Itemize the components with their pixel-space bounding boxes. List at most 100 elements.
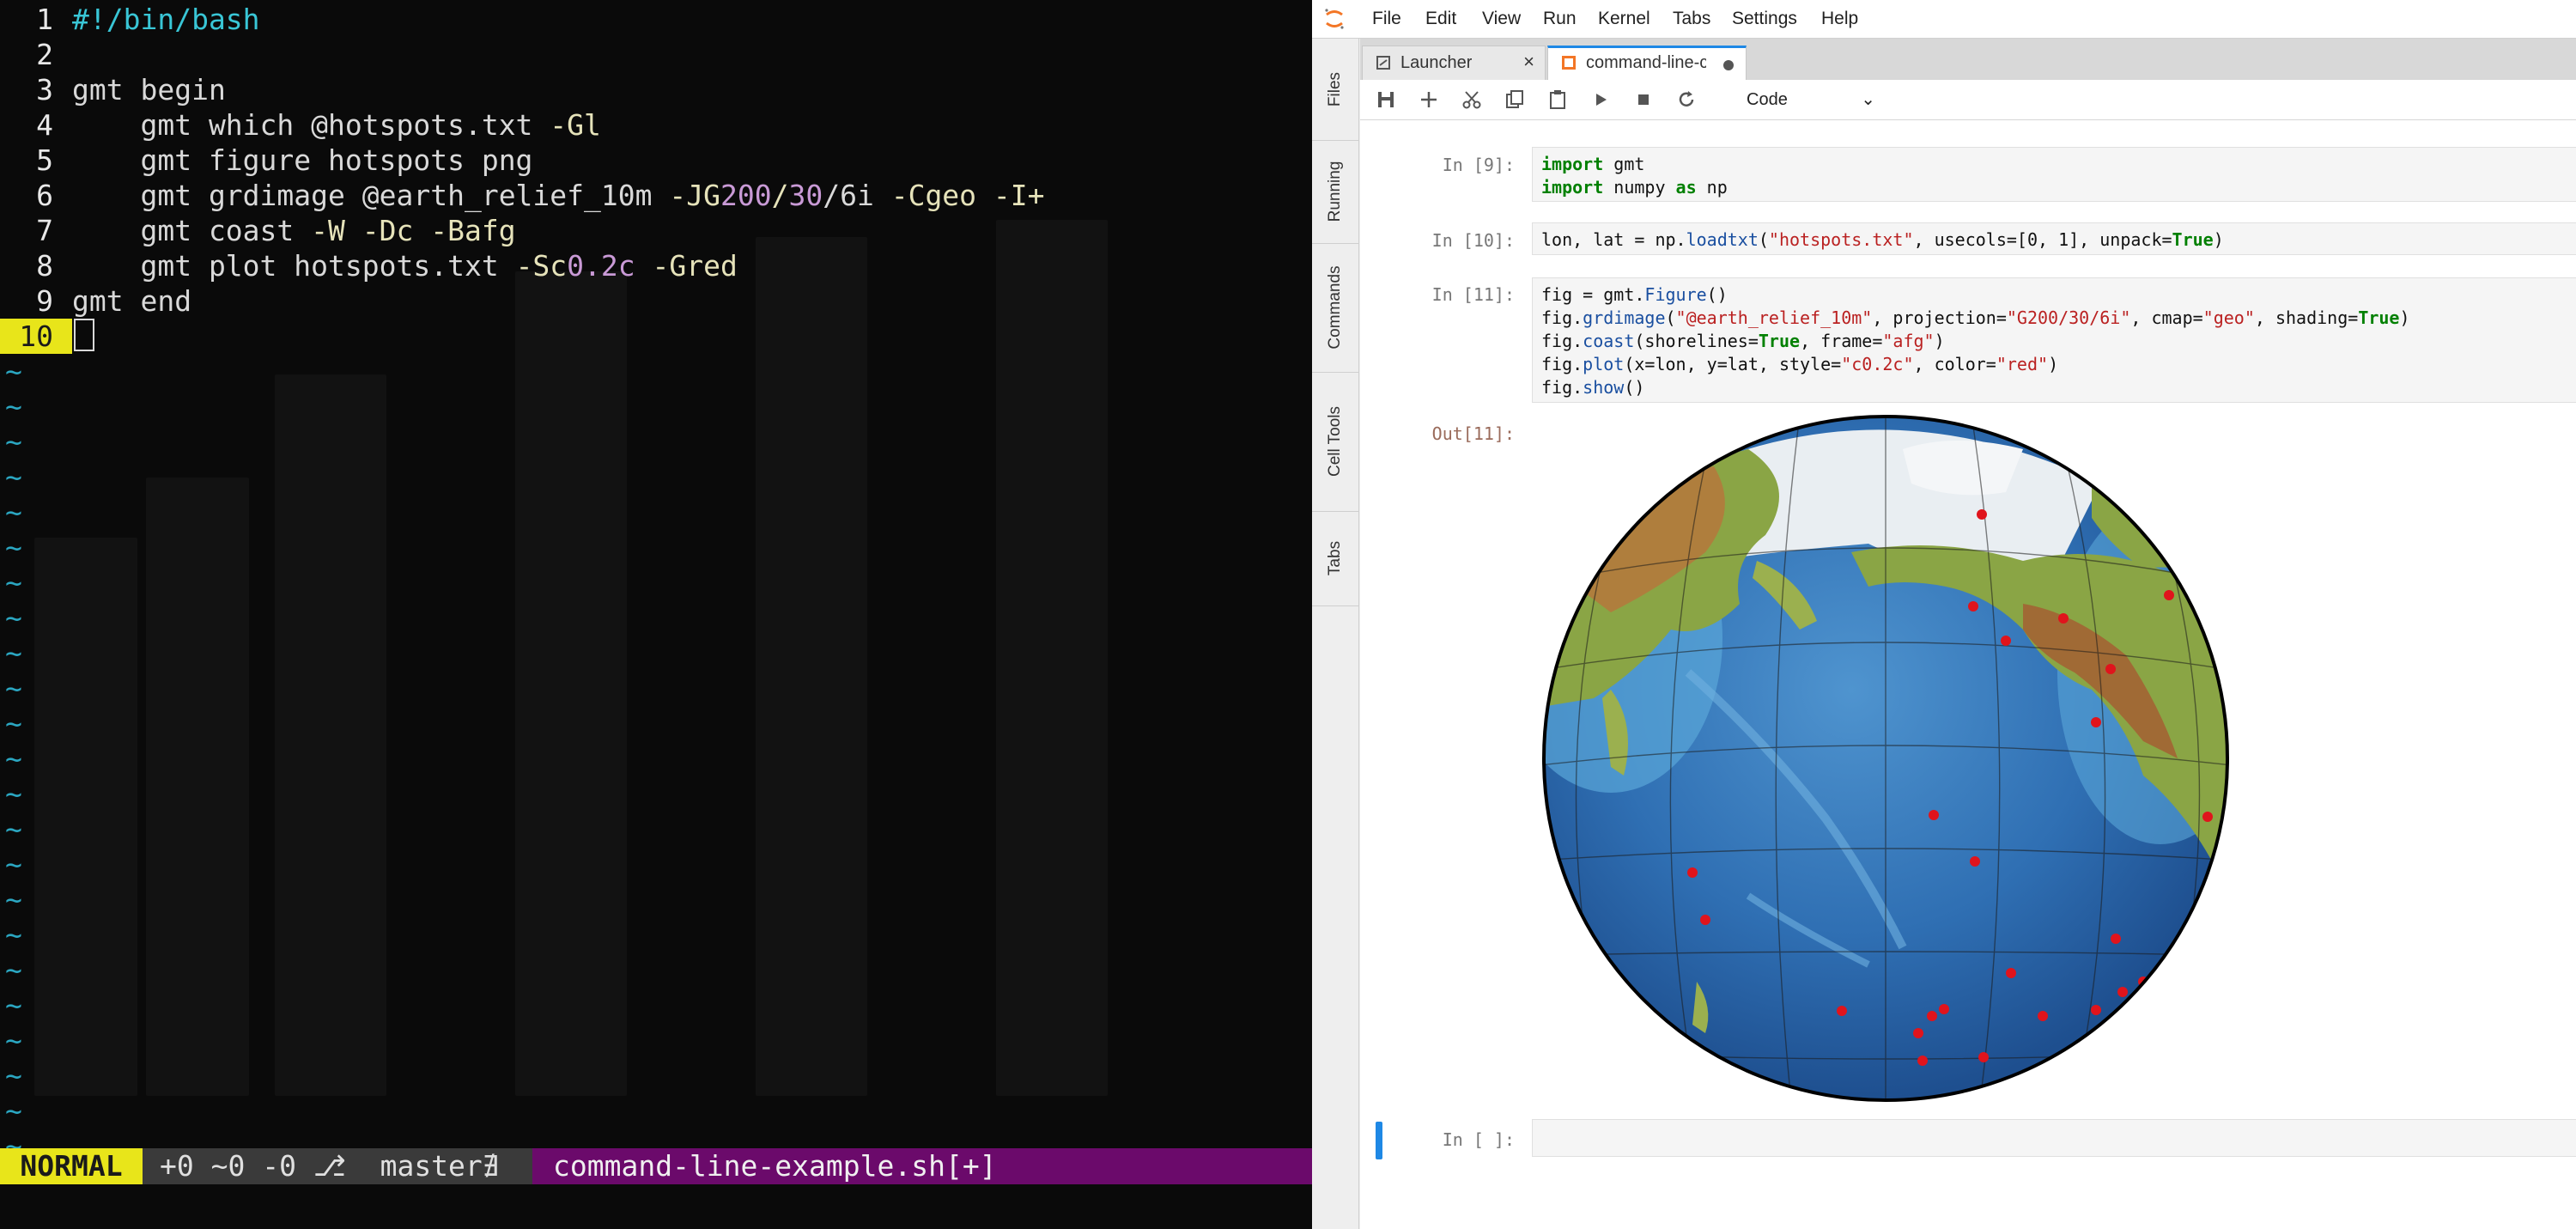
save-icon[interactable] (1374, 88, 1398, 112)
line-number: 4 (36, 108, 53, 142)
menu-view[interactable]: View (1482, 0, 1521, 38)
hotspot-marker (2105, 664, 2116, 674)
code-text: -JG (669, 179, 720, 212)
tab-launcher[interactable]: Launcher × (1362, 46, 1546, 80)
jupyterlab-window: File Edit View Run Kernel Tabs Settings … (1312, 0, 2576, 1229)
run-icon[interactable] (1589, 88, 1613, 112)
code-text: gmt figure hotspots png (72, 143, 533, 177)
terminal-window[interactable]: 1 #!/bin/bash 2 3 gmt begin 4 gmt which @hots… (0, 0, 1312, 1229)
line-number: 2 (36, 38, 53, 71)
code-cell-input[interactable]: import gmt import numpy as np (1532, 147, 2576, 202)
copy-icon[interactable] (1503, 88, 1527, 112)
editor-line[interactable]: 5 gmt figure hotspots png (0, 143, 1312, 178)
menu-settings[interactable]: Settings (1732, 0, 1797, 38)
code-text: gmt plot hotspots.txt (72, 249, 516, 283)
hotspot-marker (1970, 856, 1980, 867)
editor-line[interactable]: 10 (0, 319, 1312, 354)
editor-line[interactable]: 7 gmt coast -W -Dc -Bafg (0, 213, 1312, 248)
sidebar-tab-tabs[interactable]: Tabs (1312, 511, 1358, 606)
empty-line-marker: ~ (5, 566, 22, 599)
rocket-icon (1376, 56, 1390, 70)
paste-icon[interactable] (1546, 88, 1570, 112)
empty-line-marker: ~ (5, 953, 22, 987)
unsaved-dot-icon[interactable] (1723, 60, 1734, 70)
editor-line[interactable]: 1 #!/bin/bash (0, 2, 1312, 37)
code-text: gmt grdimage @earth_relief_10m (72, 179, 670, 212)
empty-line-marker: ~ (5, 1024, 22, 1057)
hotspot-marker (2038, 1011, 2048, 1021)
editor-line[interactable]: 9 gmt end (0, 283, 1312, 319)
tab-notebook[interactable]: command-line-c (1547, 46, 1747, 80)
empty-code-cell-input[interactable] (1532, 1119, 2576, 1157)
code-text: gmt which @hotspots.txt (72, 108, 550, 142)
file-name: command-line-example.sh[+] (553, 1149, 997, 1183)
code-text: 30 (788, 179, 823, 212)
menu-kernel[interactable]: Kernel (1598, 0, 1650, 38)
cell-prompt: In [ ]: (1442, 1129, 1515, 1150)
menu-run[interactable]: Run (1543, 0, 1577, 38)
editor-line[interactable]: 3 gmt begin (0, 72, 1312, 107)
sidebar-tab-running[interactable]: Running (1312, 140, 1358, 244)
restart-icon[interactable] (1674, 88, 1698, 112)
globe-map-output (1542, 415, 2229, 1102)
sidebar-tab-cell-tools[interactable]: Cell Tools (1312, 372, 1358, 512)
code-text: -Gred (652, 249, 738, 283)
empty-line-marker: ~ (5, 848, 22, 881)
chevron-down-icon: ⌄ (1861, 90, 1875, 109)
empty-line-marker: ~ (5, 601, 22, 635)
close-icon[interactable]: × (1523, 51, 1534, 73)
empty-line-marker: ~ (5, 672, 22, 705)
hotspot-marker (2111, 934, 2121, 944)
hotspot-marker (2091, 717, 2101, 727)
empty-line-marker: ~ (5, 707, 22, 740)
menu-edit[interactable]: Edit (1425, 0, 1456, 38)
hotspot-marker (1939, 1004, 1949, 1014)
add-cell-icon[interactable] (1417, 88, 1441, 112)
code-cell-input[interactable]: lon, lat = np.loadtxt("hotspots.txt", us… (1532, 222, 2576, 255)
tab-label: Launcher (1400, 53, 1473, 72)
line-number: 7 (36, 214, 53, 247)
empty-line-marker: ~ (5, 1094, 22, 1128)
cell-prompt: In [9]: (1442, 155, 1515, 175)
empty-line-marker: ~ (5, 355, 22, 388)
cut-icon[interactable] (1460, 88, 1484, 112)
notebook-icon (1562, 56, 1576, 70)
sidebar-tab-commands[interactable]: Commands (1312, 243, 1358, 373)
editor-line[interactable]: 4 gmt which @hotspots.txt -Gl (0, 107, 1312, 143)
empty-line-marker: ~ (5, 390, 22, 423)
code-cell-input[interactable]: fig = gmt.Figure() fig.grdimage("@earth_… (1532, 277, 2576, 403)
editor-line[interactable]: 6 gmt grdimage @earth_relief_10m -JG200/… (0, 178, 1312, 213)
code-text: #!/bin/bash (72, 3, 260, 36)
cell-type-select[interactable]: Code ⌄ (1747, 87, 1875, 113)
hotspot-marker (2164, 590, 2174, 600)
empty-line-marker: ~ (5, 812, 22, 846)
editor-line[interactable]: 2 (0, 37, 1312, 72)
land-australia (1544, 996, 1648, 1100)
sidebar-tab-files[interactable]: Files (1312, 39, 1358, 141)
empty-line-marker: ~ (5, 636, 22, 670)
cell-prompt: In [11]: (1431, 284, 1515, 305)
line-number: 9 (36, 284, 53, 318)
code-text: -Gl (550, 108, 601, 142)
hotspot-marker (1687, 867, 1698, 878)
notebook-panel[interactable]: Code ⌄ In [9]: import gmt import numpy a… (1360, 80, 2576, 1229)
empty-line-marker: ~ (5, 531, 22, 564)
empty-line-marker: ~ (5, 1059, 22, 1092)
line-number: 8 (36, 249, 53, 283)
editor-line[interactable]: 8 gmt plot hotspots.txt -Sc0.2c -Gred (0, 248, 1312, 283)
code-text: 200 (720, 179, 772, 212)
empty-line-marker: ~ (5, 460, 22, 494)
menu-file[interactable]: File (1372, 0, 1401, 38)
hotspot-marker (2006, 968, 2016, 978)
code-text: gmt end (72, 284, 192, 318)
menu-bar: File Edit View Run Kernel Tabs Settings … (1312, 0, 2576, 39)
hotspot-marker (2202, 812, 2213, 822)
jupyter-logo-icon (1325, 9, 1344, 29)
menu-help[interactable]: Help (1821, 0, 1858, 38)
vim-statusline: NORMAL +0 ~0 -0 ⎇ master∄ command-line-e… (0, 1148, 1312, 1184)
code-text: /6i (823, 179, 891, 212)
empty-line-marker: ~ (5, 989, 22, 1022)
menu-tabs[interactable]: Tabs (1673, 0, 1710, 38)
stop-icon[interactable] (1631, 88, 1656, 112)
code-text: -W -Dc -Bafg (311, 214, 516, 247)
